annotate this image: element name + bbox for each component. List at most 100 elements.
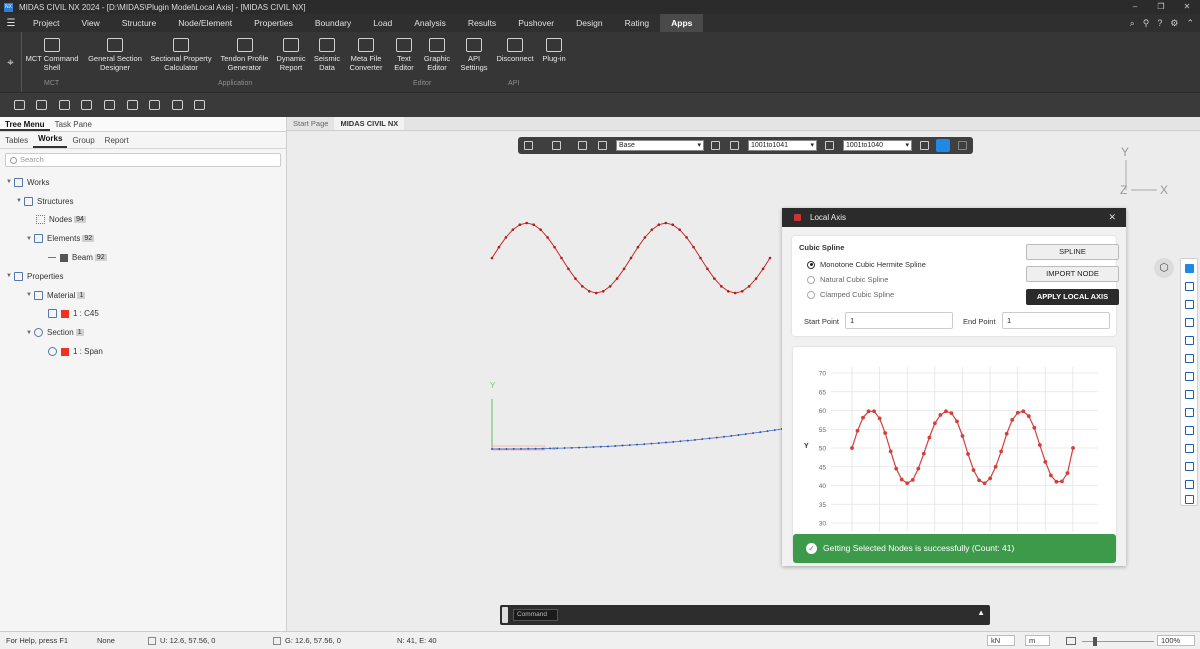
tree-item-material-c45[interactable]: 1 : C45 (0, 305, 286, 324)
command-expand-icon[interactable]: ▲ (977, 608, 985, 617)
menu-properties[interactable]: Properties (243, 14, 304, 32)
menu-view[interactable]: View (70, 14, 110, 32)
tendon-profile-generator-button[interactable]: Tendon Profile Generator (217, 38, 272, 72)
general-section-designer-button[interactable]: General Section Designer (85, 38, 145, 72)
command-input[interactable]: Command (513, 609, 558, 621)
subtab-works[interactable]: Works (33, 132, 68, 148)
search-input[interactable]: Search (5, 153, 281, 167)
select-volume-icon[interactable] (1185, 336, 1194, 345)
select-previous-icon[interactable] (1185, 354, 1194, 363)
menu-structure[interactable]: Structure (111, 14, 168, 32)
menu-rating[interactable]: Rating (614, 14, 661, 32)
subtab-report[interactable]: Report (100, 136, 134, 145)
unselect-all-icon[interactable] (1185, 480, 1194, 489)
command-handle-icon[interactable] (502, 607, 508, 623)
pin-icon[interactable]: ⌖ (0, 32, 22, 92)
select-by-type-icon[interactable] (1185, 408, 1194, 417)
monotone-spline-radio[interactable]: Monotone Cubic Hermite Spline (807, 257, 926, 272)
tab-start-page[interactable]: Start Page (287, 117, 334, 130)
natural-spline-radio[interactable]: Natural Cubic Spline (807, 272, 926, 287)
force-unit-select[interactable]: kN (987, 635, 1016, 646)
close-window-icon[interactable]: ✕ (1174, 0, 1200, 14)
tree-item-material[interactable]: ▼ Material 1 (0, 286, 286, 305)
api-settings-button[interactable]: API Settings (458, 38, 490, 72)
view-cube-icon[interactable]: ⬡ (1154, 258, 1174, 278)
import-node-button[interactable]: IMPORT NODE (1026, 266, 1119, 282)
select-intersect-icon[interactable] (1185, 300, 1194, 309)
menu-project[interactable]: Project (22, 14, 70, 32)
search-icon[interactable]: ⌕ (1130, 14, 1135, 32)
open-file-icon[interactable] (36, 100, 47, 110)
node-select-icon[interactable] (730, 141, 739, 150)
hamburger-menu-icon[interactable]: ☰ (0, 18, 22, 29)
tab-tree-menu[interactable]: Tree Menu (0, 117, 50, 131)
tab-midas-civil-nx[interactable]: MIDAS CIVIL NX (334, 117, 405, 130)
tree-item-properties[interactable]: ▼ Properties (0, 267, 286, 286)
menu-results[interactable]: Results (457, 14, 507, 32)
collapse-icon[interactable]: ▼ (24, 330, 34, 336)
undo-icon[interactable] (524, 141, 533, 150)
lock-icon[interactable] (936, 139, 950, 152)
menu-apps[interactable]: Apps (660, 14, 704, 32)
new-file-icon[interactable] (14, 100, 25, 110)
element-select-icon[interactable] (825, 141, 834, 150)
unselect-icon[interactable] (1185, 426, 1194, 435)
save-icon[interactable] (59, 100, 70, 110)
menu-analysis[interactable]: Analysis (403, 14, 457, 32)
layer-icon[interactable] (711, 141, 720, 150)
subtab-tables[interactable]: Tables (0, 136, 33, 145)
mct-command-shell-button[interactable]: MCT Command Shell (25, 38, 79, 72)
tree-item-beam[interactable]: Beam 92 (0, 248, 286, 267)
tab-task-pane[interactable]: Task Pane (50, 117, 97, 131)
view-front-icon[interactable] (149, 100, 160, 110)
select-identity-icon[interactable] (1185, 390, 1194, 399)
spline-button[interactable]: SPLINE (1026, 244, 1119, 260)
length-unit-select[interactable]: m (1025, 635, 1051, 646)
view-side-icon[interactable] (172, 100, 183, 110)
selection-settings-icon[interactable] (1185, 495, 1194, 504)
text-editor-button[interactable]: Text Editor (390, 38, 418, 72)
plug-in-button[interactable]: Plug-in (539, 38, 569, 63)
key-icon[interactable]: ⚲ (1143, 14, 1150, 32)
collapse-icon[interactable]: ▼ (24, 236, 34, 242)
collapse-icon[interactable]: ▼ (4, 179, 14, 185)
help-icon[interactable]: ? (1157, 14, 1162, 32)
settings-icon[interactable]: ⚙ (1170, 14, 1178, 32)
tree-item-section[interactable]: ▼ Section 1 (0, 323, 286, 342)
select-all-icon[interactable] (1185, 372, 1194, 381)
zoom-in-icon[interactable] (81, 100, 92, 110)
menu-boundary[interactable]: Boundary (304, 14, 362, 32)
filter-icon[interactable] (598, 141, 607, 150)
tree-item-section-span[interactable]: 1 : Span (0, 342, 286, 361)
select-plane-icon[interactable] (1185, 318, 1194, 327)
dynamic-report-button[interactable]: Dynamic Report (274, 38, 308, 72)
view-iso-icon[interactable] (127, 100, 138, 110)
sectional-property-calculator-button[interactable]: Sectional Property Calculator (147, 38, 215, 72)
zoom-slider-thumb[interactable] (1093, 637, 1097, 646)
unlock-icon[interactable] (958, 141, 967, 150)
coordinate-system-select[interactable]: Base (616, 140, 704, 151)
tree-item-structures[interactable]: ▼ Structures (0, 192, 286, 211)
menu-pushover[interactable]: Pushover (507, 14, 565, 32)
zoom-select[interactable]: 100% (1157, 635, 1196, 646)
view-top-icon[interactable] (194, 100, 205, 110)
dialog-title-bar[interactable]: Local Axis ✕ (782, 208, 1126, 227)
node-range-select[interactable]: 1001to1041 (748, 140, 817, 151)
collapse-icon[interactable]: ▼ (14, 198, 24, 204)
clamped-spline-radio[interactable]: Clamped Cubic Spline (807, 287, 926, 302)
minimize-icon[interactable]: – (1122, 0, 1148, 14)
unit-settings-icon[interactable] (1066, 637, 1076, 645)
clipboard-icon[interactable] (578, 141, 587, 150)
collapse-icon[interactable]: ▼ (4, 273, 14, 279)
disconnect-button[interactable]: Disconnect (494, 38, 536, 63)
meta-file-converter-button[interactable]: Meta File Converter (346, 38, 386, 72)
select-polygon-icon[interactable] (1185, 282, 1194, 291)
tree-item-elements[interactable]: ▼ Elements 92 (0, 229, 286, 248)
start-point-input[interactable]: 1 (845, 312, 953, 329)
menu-load[interactable]: Load (362, 14, 403, 32)
redo-icon[interactable] (552, 141, 561, 150)
restore-icon[interactable]: ❐ (1148, 0, 1174, 14)
tree-item-works[interactable]: ▼ Works (0, 173, 286, 192)
activate-icon[interactable] (920, 141, 929, 150)
unselect-window-icon[interactable] (1185, 444, 1194, 453)
